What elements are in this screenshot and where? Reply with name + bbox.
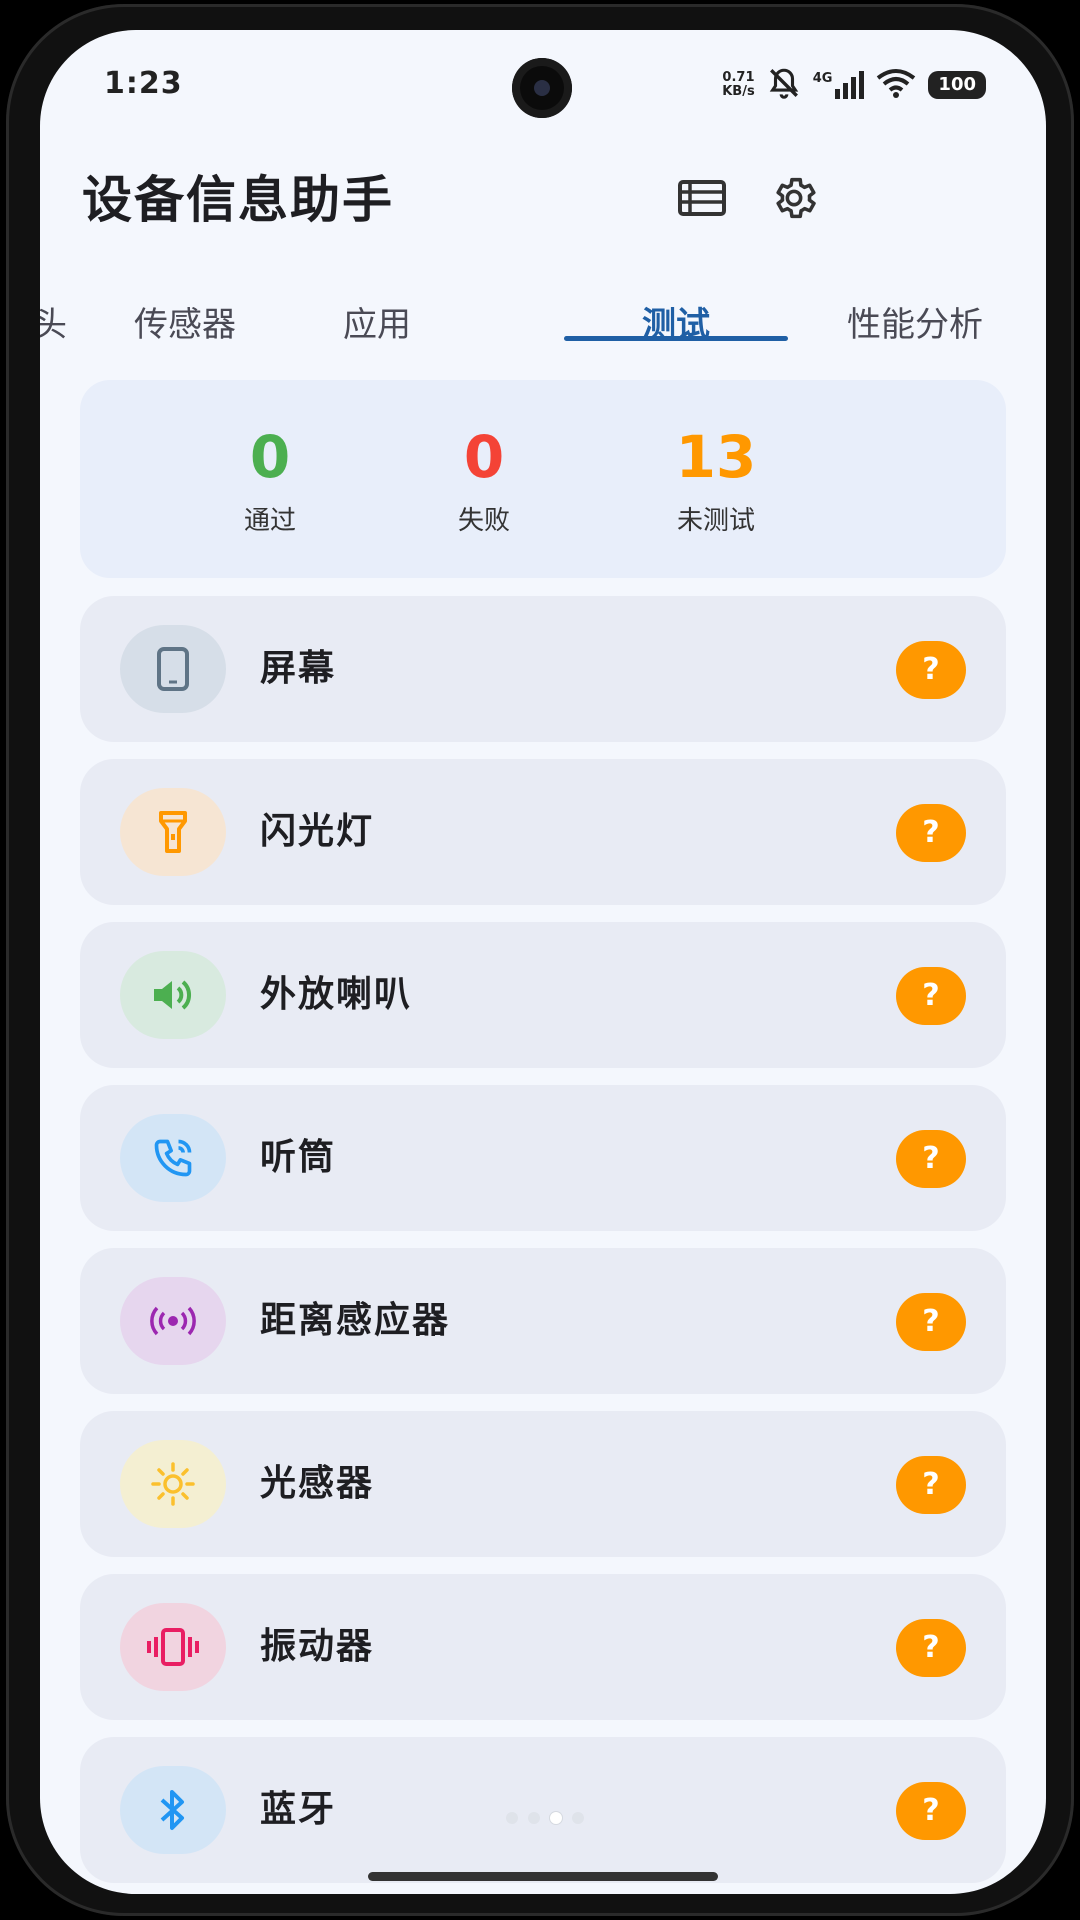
test-summary-card: 0 通过 0 失败 13 未测试 [80,380,1006,578]
sun-icon [120,1440,226,1528]
stat-passed-value: 0 [249,423,291,491]
test-item-label: 闪光灯 [260,811,375,852]
status-badge: ? [896,641,966,699]
test-item-label: 听筒 [260,1137,337,1178]
test-item-screen[interactable]: 屏幕 ? [80,596,1006,742]
stat-passed-label: 通过 [243,506,296,536]
stat-untested: 13 未测试 [616,424,816,537]
tab-performance[interactable]: 性能分析 [810,290,1020,360]
phone-icon [120,625,226,713]
stat-untested-value: 13 [675,423,757,491]
test-item-label: 屏幕 [260,648,337,689]
front-camera [512,58,572,118]
status-time: 1:23 [104,66,183,101]
list-view-button[interactable] [672,168,732,228]
tab-apps[interactable]: 应用 [302,290,452,360]
vibration-icon [120,1603,226,1691]
net-speed-value: 0.71 [722,70,755,85]
tab-sensors[interactable]: 传感器 [110,290,260,360]
stat-untested-label: 未测试 [676,506,755,536]
page-indicator [506,1812,584,1824]
wifi-icon [876,68,916,102]
page-dot [528,1812,540,1824]
device-frame: 1:23 0.71 KB/s 4G 100 设备信息助手 头 传感器 应用 测试… [6,4,1074,1916]
status-badge: ? [896,1456,966,1514]
tab-tests[interactable]: 测试 [564,290,788,360]
status-bar: 1:23 0.71 KB/s 4G 100 [40,30,1046,140]
page-title: 设备信息助手 [82,171,394,229]
phone-call-icon [120,1114,226,1202]
status-badge: ? [896,1130,966,1188]
status-badge: ? [896,1619,966,1677]
test-item-label: 振动器 [260,1626,375,1667]
gear-icon [776,177,816,219]
test-item-light-sensor[interactable]: 光感器 ? [80,1411,1006,1557]
test-item-label: 蓝牙 [260,1789,337,1830]
flashlight-icon [120,788,226,876]
network-type: 4G [812,71,833,86]
test-item-label: 光感器 [260,1463,375,1504]
status-badge: ? [896,804,966,862]
page-dot-active [550,1812,562,1824]
stat-failed: 0 失败 [384,424,584,537]
stat-failed-value: 0 [463,423,505,491]
status-badge: ? [896,1782,966,1840]
tab-indicator [564,336,788,341]
battery-indicator: 100 [928,71,986,99]
status-badge: ? [896,967,966,1025]
status-badge: ? [896,1293,966,1351]
test-item-label: 距离感应器 [260,1300,451,1341]
speaker-icon [120,951,226,1039]
test-item-bluetooth[interactable]: 蓝牙 ? [80,1737,1006,1883]
bell-muted-icon [767,66,801,104]
test-item-earpiece[interactable]: 听筒 ? [80,1085,1006,1231]
stat-passed: 0 通过 [170,424,370,537]
settings-button[interactable] [764,168,824,228]
page-dot [572,1812,584,1824]
screen: 1:23 0.71 KB/s 4G 100 设备信息助手 头 传感器 应用 测试… [40,30,1046,1894]
test-item-vibrator[interactable]: 振动器 ? [80,1574,1006,1720]
page-dot [506,1812,518,1824]
stat-failed-label: 失败 [457,506,510,536]
home-indicator[interactable] [368,1872,718,1881]
proximity-icon [120,1277,226,1365]
test-item-flashlight[interactable]: 闪光灯 ? [80,759,1006,905]
status-icons: 0.71 KB/s 4G 100 [722,66,986,104]
signal-icon: 4G [813,71,865,99]
test-item-proximity[interactable]: 距离感应器 ? [80,1248,1006,1394]
tab-bar: 头 传感器 应用 测试 性能分析 [40,290,1046,370]
net-speed-unit: KB/s [722,84,755,99]
tab-camera[interactable]: 头 [40,290,70,360]
net-speed: 0.71 KB/s [722,71,754,99]
test-item-speaker[interactable]: 外放喇叭 ? [80,922,1006,1068]
list-icon [678,180,726,216]
test-item-label: 外放喇叭 [260,974,413,1015]
bluetooth-icon [120,1766,226,1854]
